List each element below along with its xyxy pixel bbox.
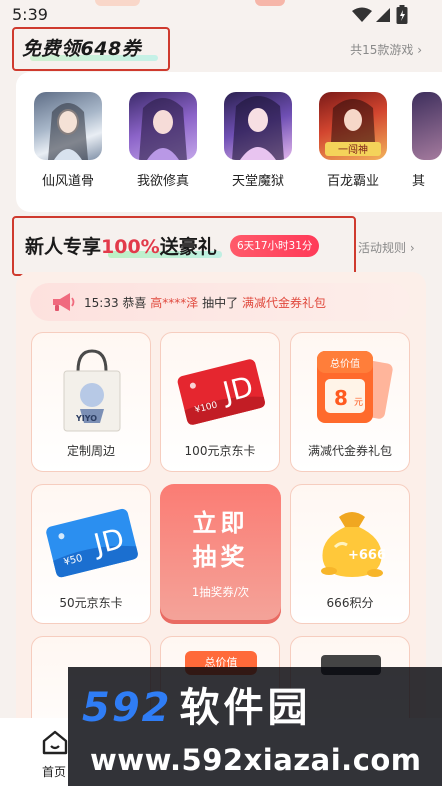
tote-bag-icon: YIYO: [63, 349, 121, 432]
battery-icon: [396, 5, 408, 24]
game-avatar-icon: [34, 92, 102, 160]
game-name: 仙风道骨: [41, 174, 94, 189]
status-bar: 5:39: [0, 0, 442, 30]
game-avatar-icon: [412, 92, 442, 160]
activity-rules-link[interactable]: 活动规则 ›: [358, 239, 415, 256]
watermark-brand: 592 软件园: [82, 675, 312, 733]
svg-text:+666: +666: [348, 548, 386, 563]
prize-label: 666积分: [326, 596, 374, 610]
game-avatar-icon: 一闯神: [319, 92, 387, 160]
svg-text:YIYO: YIYO: [75, 414, 97, 423]
title-highlight-box: [12, 216, 356, 276]
prize-tile-jd50: ¥50 JD 50元京东卡: [31, 484, 151, 624]
game-name: 百龙霸业: [326, 174, 379, 189]
game-avatar-icon: [224, 92, 292, 160]
game-item[interactable]: 一闯神 百龙霸业: [317, 92, 389, 189]
prize-label: 50元京东卡: [59, 596, 123, 610]
game-avatar-icon: [129, 92, 197, 160]
home-icon[interactable]: [40, 728, 70, 756]
prize-tile-points: +666 666积分: [290, 484, 410, 624]
prize-label: 满减代金券礼包: [307, 444, 392, 458]
title-highlight-box: [12, 27, 170, 71]
game-item[interactable]: 天堂魔狱: [222, 92, 294, 189]
svg-text:元: 元: [354, 398, 363, 408]
ticker-text: 15:33 恭喜 高****泽 抽中了 满减代金券礼包: [84, 294, 326, 311]
draw-cost: 1抽奖券/次: [191, 585, 250, 599]
gold-bag-icon: +666: [321, 512, 386, 577]
prize-tile-jd100: ¥100 JD 100元京东卡: [160, 332, 280, 472]
megaphone-icon: [53, 293, 75, 311]
game-name: 天堂魔狱: [231, 174, 284, 189]
draw-lottery-button[interactable]: 立即抽奖 1抽奖券/次: [160, 484, 281, 624]
winner-ticker: 15:33 恭喜 高****泽 抽中了 满减代金券礼包: [30, 283, 410, 321]
watermark-brand-cn: 软件园: [179, 685, 312, 731]
jd-card-icon: ¥100 JD: [177, 359, 265, 425]
game-item[interactable]: 仙风道骨: [32, 92, 104, 189]
prize-tile-coupon: 总价值 8 元 满减代金券礼包: [290, 332, 410, 472]
peek-decoration: [95, 0, 140, 6]
wifi-icon: [352, 7, 372, 22]
svg-text:总价值: 总价值: [330, 357, 360, 370]
ticker-action: 抽中了: [202, 296, 239, 310]
more-games-link[interactable]: 共15款游戏 ›: [350, 41, 422, 58]
watermark-url: www.592xiazai.com: [90, 743, 422, 777]
svg-text:一闯神: 一闯神: [338, 143, 368, 156]
svg-text:8: 8: [334, 386, 348, 410]
watermark: 592 软件园 www.592xiazai.com: [68, 667, 442, 786]
game-name: 我欲修真: [136, 174, 189, 189]
signal-icon: [376, 8, 390, 22]
nav-home-label[interactable]: 首页: [42, 763, 66, 780]
status-time: 5:39: [12, 5, 48, 24]
game-name: 其: [412, 174, 426, 189]
peek-decoration: [255, 0, 285, 6]
game-item[interactable]: 我欲修真: [127, 92, 199, 189]
coupon-icon: 总价值 8 元: [317, 351, 393, 423]
draw-title: 立即抽奖: [192, 509, 249, 571]
ticker-user: 高****泽: [150, 296, 199, 310]
game-item[interactable]: 其: [412, 92, 442, 189]
prize-label: 100元京东卡: [184, 444, 256, 458]
jd-card-icon: ¥50 JD: [46, 508, 138, 578]
watermark-brand-num: 592: [82, 685, 172, 731]
ticker-time: 15:33: [84, 296, 119, 310]
prize-tile-merch: YIYO 定制周边: [31, 332, 151, 472]
ticker-congrats: 恭喜: [122, 296, 147, 310]
prize-label: 定制周边: [66, 444, 115, 458]
ticker-prize: 满减代金券礼包: [241, 296, 326, 310]
